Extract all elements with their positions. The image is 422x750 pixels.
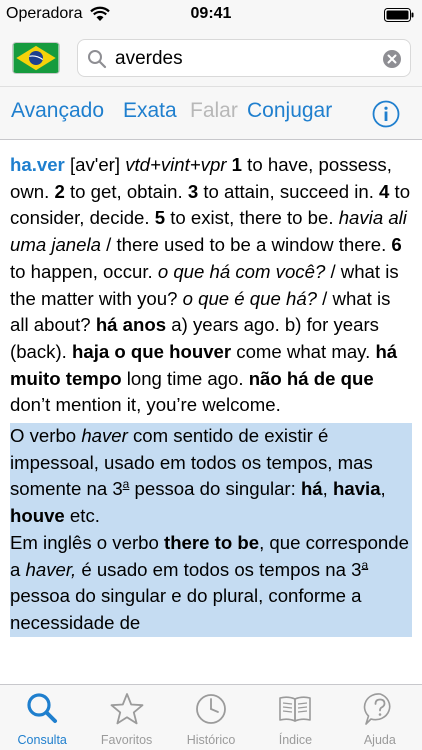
note-text: etc.	[64, 505, 100, 527]
note-text: ,	[322, 478, 333, 500]
sense-number: 4	[379, 180, 390, 202]
language-flag-button[interactable]	[12, 42, 60, 74]
tab-label: Ajuda	[363, 733, 396, 747]
example-text: o que é que há?	[182, 287, 318, 309]
part-of-speech: vtd+vint+vpr	[125, 154, 227, 175]
tab-label: Histórico	[186, 733, 236, 747]
note-text: pessoa do singular:	[129, 478, 301, 500]
note-text: havia	[333, 478, 381, 500]
phrase-translation: don’t mention it, you’re welcome.	[10, 394, 281, 416]
note-text: O verbo	[10, 425, 82, 447]
brazil-flag-icon	[13, 43, 59, 73]
help-icon	[363, 693, 391, 725]
tab-bar: Consulta Favoritos Histórico Índice Ajud…	[0, 684, 422, 750]
note-text: ,	[380, 478, 386, 500]
dictionary-content[interactable]: ha.ver [av'er] vtd+vint+vpr 1 to have, p…	[0, 141, 422, 684]
conjugate-button[interactable]: Conjugar	[247, 99, 332, 123]
note-text: Em inglês o verbo	[10, 531, 164, 553]
clear-search-icon[interactable]	[383, 50, 401, 68]
dictionary-entry: ha.ver [av'er] vtd+vint+vpr 1 to have, p…	[0, 141, 422, 419]
headword: ha.ver	[10, 154, 65, 175]
sense-text: to happen, occur.	[10, 260, 158, 282]
search-input[interactable]	[115, 44, 375, 74]
phrase-translation: long time ago.	[121, 367, 249, 389]
note-text: é usado em todos os tempos na 3	[76, 558, 362, 580]
advanced-button[interactable]: Avançado	[11, 99, 104, 123]
translation-text: / there used to be a window there.	[100, 234, 392, 256]
example-text: o que há com você?	[157, 260, 326, 282]
sense-number: 5	[154, 207, 166, 229]
tab-favoritos[interactable]: Favoritos	[84, 685, 168, 750]
pronunciation: [av'er]	[69, 154, 121, 175]
sense-text: to attain, succeed in.	[198, 180, 380, 202]
note-text: haver	[81, 425, 128, 447]
tab-label: Consulta	[17, 733, 67, 747]
battery-icon	[384, 8, 414, 22]
exact-button[interactable]: Exata	[123, 99, 177, 123]
search-header	[0, 30, 422, 86]
sense-text: to exist, there to be.	[165, 207, 339, 229]
phrase: não há de que	[248, 367, 374, 389]
speak-button[interactable]: Falar	[190, 99, 238, 123]
sense-number: 6	[391, 234, 402, 256]
search-icon	[88, 50, 107, 69]
tab-indice[interactable]: Índice	[253, 685, 337, 750]
search-icon	[27, 693, 58, 723]
note-text: pessoa do singular e do plural, conforme…	[10, 585, 362, 633]
sense-number: 2	[54, 180, 65, 202]
tab-label: Índice	[278, 733, 313, 747]
tab-label: Favoritos	[100, 733, 153, 747]
search-box[interactable]	[77, 39, 411, 77]
tab-ajuda[interactable]: Ajuda	[338, 685, 422, 750]
sense-number: 3	[187, 180, 199, 202]
info-icon[interactable]	[372, 100, 400, 128]
note-text: há	[300, 478, 323, 500]
phrase: haja o que houver	[72, 340, 232, 362]
note-text: haver,	[25, 558, 77, 580]
note-text: houve	[10, 505, 65, 527]
sense-number: 1	[231, 154, 243, 175]
book-icon	[279, 696, 312, 722]
tab-consulta[interactable]: Consulta	[0, 685, 84, 750]
phrase-translation: come what may.	[231, 340, 376, 362]
status-time: 09:41	[190, 5, 232, 22]
note-superscript: a	[361, 557, 369, 572]
star-icon	[110, 693, 144, 725]
clock-icon	[196, 694, 226, 724]
phrase: há anos	[95, 314, 167, 336]
sense-text: to get, obtain.	[64, 180, 188, 202]
note-text: there to be	[164, 531, 260, 553]
search-options-toolbar: Avançado Exata Falar Conjugar	[0, 86, 422, 140]
status-bar: Operadora 09:41	[0, 0, 422, 30]
tab-historico[interactable]: Histórico	[169, 685, 253, 750]
usage-note: O verbo haver com sentido de existir é i…	[10, 423, 412, 637]
